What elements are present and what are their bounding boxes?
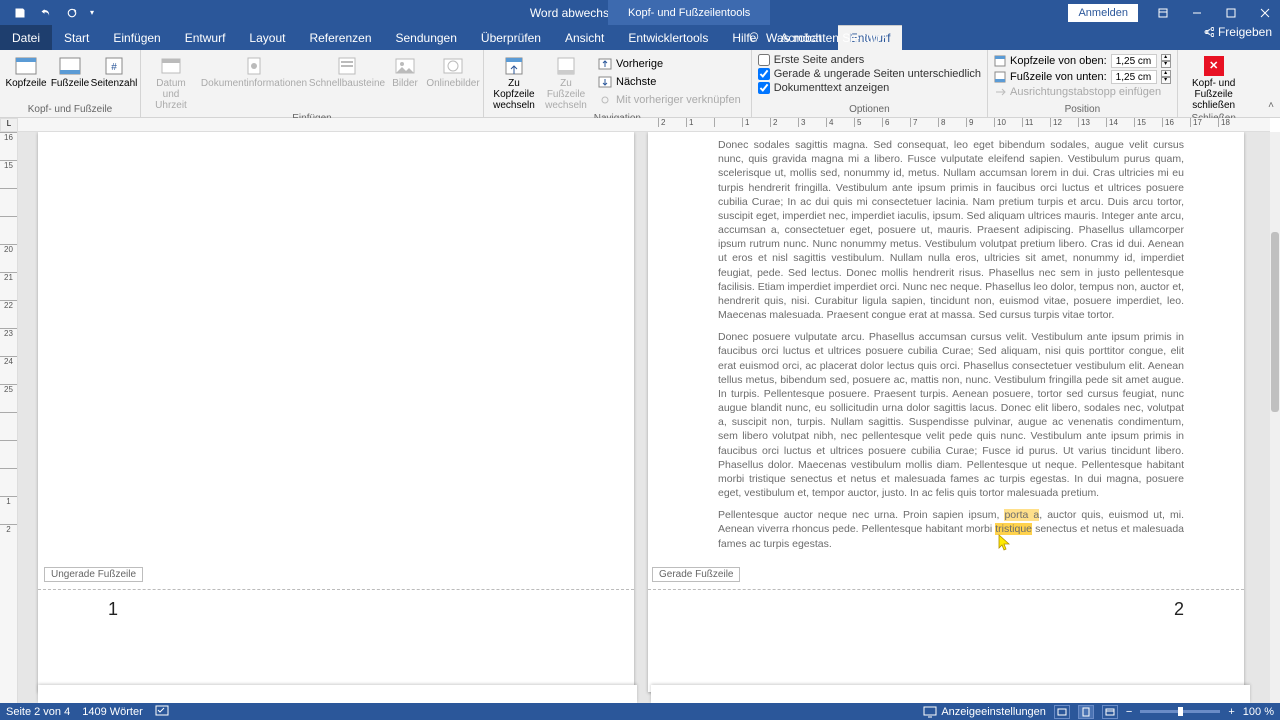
tab-developer[interactable]: Entwicklertools [616,25,720,50]
context-tool-tab: Kopf- und Fußzeilentools [608,0,770,25]
title-bar: ▾ Word abwechselnde Seitenzahlen - Word … [0,0,1280,25]
pos-align-tab[interactable]: Ausrichtungstabstopp einfügen [994,86,1171,98]
tab-start[interactable]: Start [52,25,101,50]
login-button[interactable]: Anmelden [1068,4,1138,22]
highlight-1: porta a [1004,509,1039,521]
page-1[interactable]: Ungerade Fußzeile 1 [38,132,634,692]
nav-prev[interactable]: Vorherige [594,56,745,72]
share-icon [1202,26,1214,38]
close-x-icon: ✕ [1204,56,1224,76]
tab-draft[interactable]: Entwurf [173,25,238,50]
zoom-out[interactable]: − [1126,706,1132,718]
group-header-footer: Kopfzeile Fußzeile #Seitenzahl Kopf- und… [0,50,141,117]
page-number-1[interactable]: 1 [108,599,118,620]
view-print-icon[interactable] [1078,705,1094,719]
vertical-scrollbar[interactable] [1270,132,1280,703]
status-display-settings[interactable]: Anzeigeeinstellungen [923,706,1046,718]
redo-icon[interactable] [60,3,84,23]
nav-link-prev[interactable]: Mit vorheriger verknüpfen [594,92,745,108]
ribbon-tabs: Datei Start Einfügen Entwurf Layout Refe… [0,25,1280,50]
minimize-icon[interactable] [1182,3,1212,23]
maximize-icon[interactable] [1216,3,1246,23]
group-options: Erste Seite anders Gerade & ungerade Sei… [752,50,988,117]
pictures-button[interactable]: Bilder [385,52,425,89]
highlight-2: tristique [995,523,1032,535]
status-page[interactable]: Seite 2 von 4 [6,706,70,718]
share-label: Freigeben [1218,25,1272,39]
collapse-ribbon-icon[interactable]: ˄ [1268,100,1274,111]
status-words[interactable]: 1409 Wörter [82,706,143,718]
pos-header-top[interactable]: Kopfzeile von oben:1,25 cm▴▾ [994,54,1171,68]
opt-show-doc-text[interactable]: Dokumenttext anzeigen [758,82,981,94]
group-label-pos: Position [994,102,1171,117]
tab-layout[interactable]: Layout [237,25,297,50]
group-navigation: Zu Kopfzeile wechseln Zu Fußzeile wechse… [484,50,752,117]
footer-button[interactable]: Fußzeile [50,52,90,89]
header-button[interactable]: Kopfzeile [6,52,46,89]
close-window-icon[interactable] [1250,3,1280,23]
footer-tag-odd: Ungerade Fußzeile [44,567,143,582]
lightbulb-icon [748,32,760,44]
svg-text:#: # [111,62,117,73]
pos-footer-bottom[interactable]: Fußzeile von unten:1,25 cm▴▾ [994,70,1171,84]
tab-review[interactable]: Überprüfen [469,25,553,50]
display-icon [923,706,937,718]
docinfo-button[interactable]: Dokumentinformationen [199,52,309,89]
page-2[interactable]: Donec sodales sagittis magna. Sed conseq… [648,132,1244,692]
scrollbar-thumb[interactable] [1271,232,1279,412]
document-area: Ungerade Fußzeile 1 Donec sodales sagitt… [18,132,1270,703]
group-label-hf: Kopf- und Fußzeile [6,102,134,117]
tab-mailings[interactable]: Sendungen [384,25,469,50]
quickparts-button[interactable]: Schnellbausteine [313,52,381,89]
tab-view[interactable]: Ansicht [553,25,616,50]
view-web-icon[interactable] [1102,705,1118,719]
horizontal-ruler[interactable]: 21123456789101112131415161718 [18,118,1270,132]
share-button[interactable]: Freigeben [1202,25,1272,39]
ribbon: Kopfzeile Fußzeile #Seitenzahl Kopf- und… [0,50,1280,118]
group-close: ✕ Kopf- und Fußzeile schließen Schließen [1178,50,1250,117]
view-read-icon[interactable] [1054,705,1070,719]
group-label-opt: Optionen [758,102,981,117]
tab-references[interactable]: Referenzen [297,25,383,50]
ruler-corner[interactable]: L [0,118,18,132]
tell-me-label: Was möchten Sie tun? [766,31,886,45]
datetime-button[interactable]: Datum und Uhrzeit [147,52,195,111]
quick-access-toolbar: ▾ [0,3,98,23]
zoom-in[interactable]: + [1228,706,1234,718]
page-number-2[interactable]: 2 [1174,599,1184,620]
group-position: Kopfzeile von oben:1,25 cm▴▾ Fußzeile vo… [988,50,1178,117]
status-proofing-icon[interactable] [155,704,169,719]
opt-odd-even-diff[interactable]: Gerade & ungerade Seiten unterschiedlich [758,68,981,80]
zoom-slider[interactable] [1140,710,1220,713]
next-pages-peek [18,685,1270,703]
opt-first-page-diff[interactable]: Erste Seite anders [758,54,981,66]
tab-insert[interactable]: Einfügen [101,25,172,50]
pagenumber-button[interactable]: #Seitenzahl [94,52,134,89]
close-hf-button[interactable]: ✕ Kopf- und Fußzeile schließen [1184,52,1244,111]
status-bar: Seite 2 von 4 1409 Wörter Anzeigeeinstel… [0,703,1280,720]
group-insert: Datum und Uhrzeit Dokumentinformationen … [141,50,484,117]
undo-icon[interactable] [34,3,58,23]
page-body-text: Donec sodales sagittis magna. Sed conseq… [718,138,1184,559]
goto-header-button[interactable]: Zu Kopfzeile wechseln [490,52,538,111]
goto-footer-button[interactable]: Zu Fußzeile wechseln [542,52,590,111]
tell-me-search[interactable]: Was möchten Sie tun? [738,25,896,50]
save-icon[interactable] [8,3,32,23]
nav-next[interactable]: Nächste [594,74,745,90]
customize-qat-icon[interactable]: ▾ [86,3,98,23]
vertical-ruler[interactable]: 161520212223242512 [0,132,18,703]
tab-file[interactable]: Datei [0,25,52,50]
footer-tag-even: Gerade Fußzeile [652,567,740,582]
ribbon-display-icon[interactable] [1148,3,1178,23]
onlinepictures-button[interactable]: Onlinebilder [429,52,477,89]
zoom-level[interactable]: 100 % [1243,706,1274,718]
window-controls: Anmelden [1068,3,1280,23]
